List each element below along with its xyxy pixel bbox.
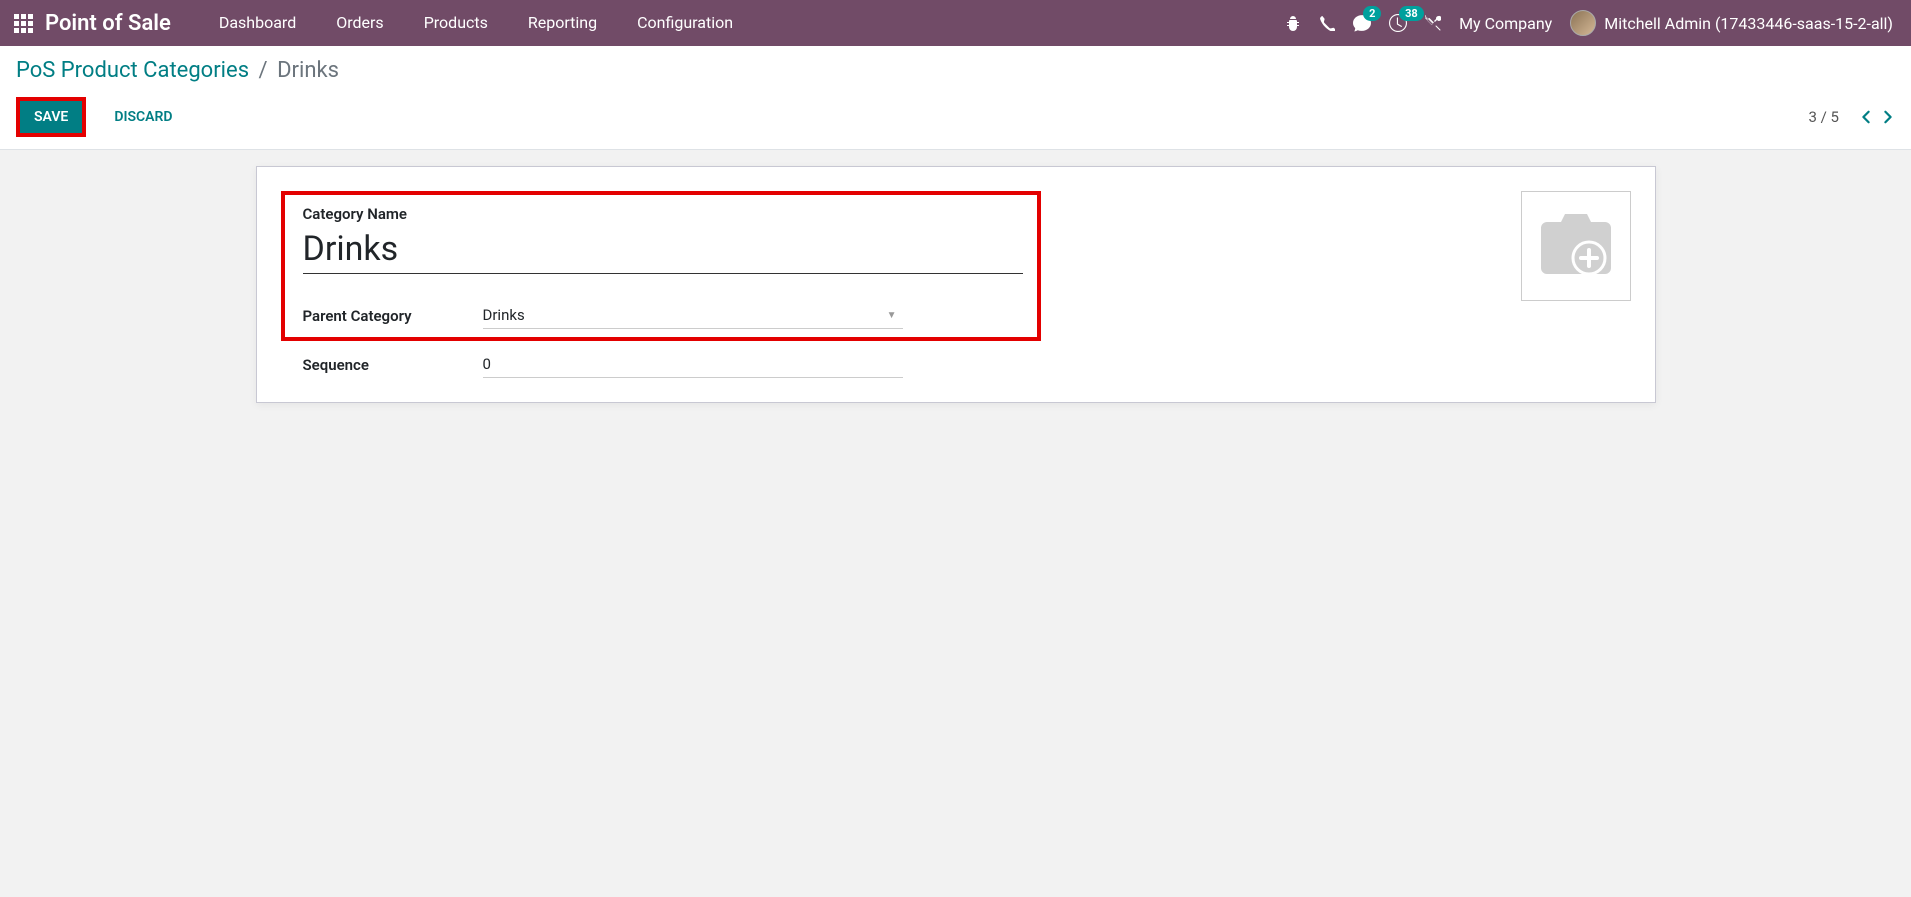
menu-dashboard[interactable]: Dashboard [199, 0, 316, 46]
form-sheet: Category Name Parent Category ▼ Sequence [256, 166, 1656, 403]
camera-plus-icon [1537, 214, 1615, 278]
top-navbar: Point of Sale Dashboard Orders Products … [0, 0, 1911, 46]
sequence-label: Sequence [303, 356, 483, 374]
activities-badge: 38 [1399, 6, 1424, 21]
breadcrumb-parent[interactable]: PoS Product Categories [16, 58, 249, 83]
nav-right: 2 38 My Company Mitchell Admin (17433446… [1285, 10, 1903, 36]
menu-orders[interactable]: Orders [316, 0, 403, 46]
breadcrumb-separator: / [259, 58, 268, 83]
messages-badge: 2 [1363, 6, 1381, 21]
menu-reporting[interactable]: Reporting [508, 0, 617, 46]
activities-icon[interactable]: 38 [1389, 14, 1407, 32]
tools-icon[interactable] [1425, 15, 1441, 31]
control-panel: PoS Product Categories / Drinks SAVE DIS… [0, 46, 1911, 150]
category-name-input[interactable] [303, 227, 1023, 274]
parent-category-input[interactable] [483, 302, 903, 329]
app-title[interactable]: Point of Sale [45, 11, 171, 36]
avatar [1570, 10, 1596, 36]
pager-prev[interactable] [1859, 105, 1873, 129]
breadcrumb-current: Drinks [277, 58, 339, 83]
image-upload[interactable] [1521, 191, 1631, 301]
menu-products[interactable]: Products [404, 0, 508, 46]
user-name: Mitchell Admin (17433446-saas-15-2-all) [1604, 14, 1893, 33]
save-button[interactable]: SAVE [20, 101, 82, 133]
parent-category-label: Parent Category [303, 307, 483, 325]
category-name-label: Category Name [303, 205, 1019, 223]
apps-icon[interactable] [14, 14, 33, 33]
chevron-right-icon [1881, 110, 1895, 124]
sequence-input[interactable] [483, 351, 903, 378]
messages-icon[interactable]: 2 [1353, 14, 1371, 32]
form-highlight: Category Name Parent Category ▼ [281, 191, 1041, 341]
breadcrumb: PoS Product Categories / Drinks [16, 58, 1895, 83]
discard-button[interactable]: DISCARD [100, 101, 186, 133]
pager-value[interactable]: 3 / 5 [1809, 108, 1840, 126]
phone-icon[interactable] [1319, 15, 1335, 31]
chevron-left-icon [1859, 110, 1873, 124]
form-background: Category Name Parent Category ▼ Sequence [0, 150, 1911, 427]
main-menu: Dashboard Orders Products Reporting Conf… [199, 0, 753, 46]
pager-next[interactable] [1881, 105, 1895, 129]
menu-configuration[interactable]: Configuration [617, 0, 753, 46]
save-highlight: SAVE [16, 97, 86, 137]
user-menu[interactable]: Mitchell Admin (17433446-saas-15-2-all) [1570, 10, 1893, 36]
company-switcher[interactable]: My Company [1459, 14, 1552, 33]
bug-icon[interactable] [1285, 15, 1301, 31]
